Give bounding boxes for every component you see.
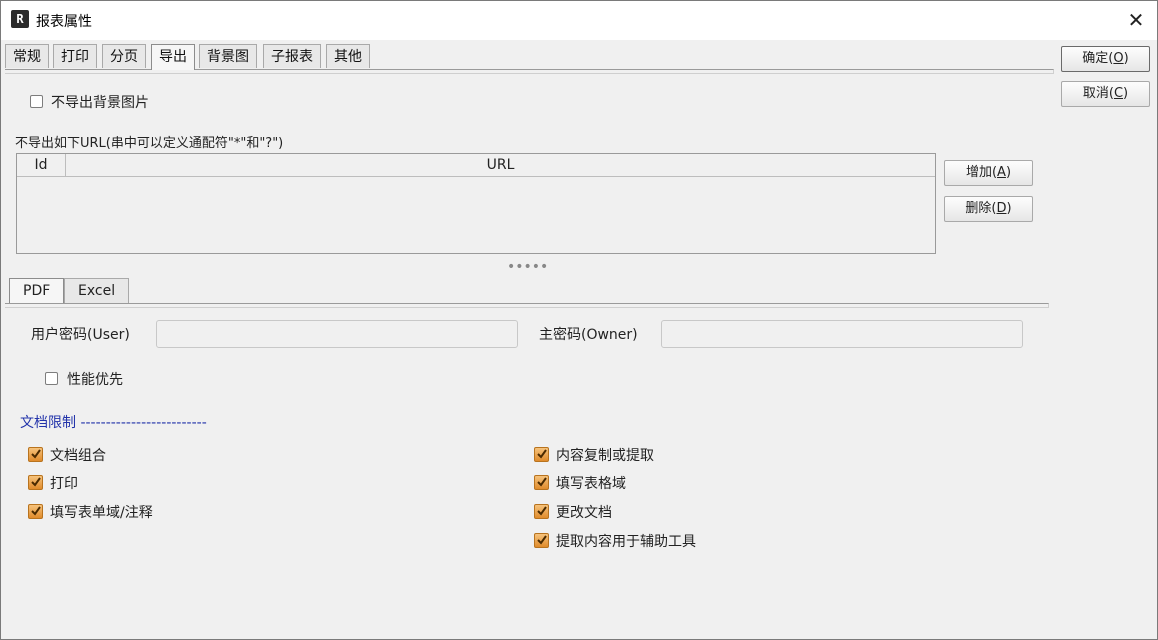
restriction-label: 填写表单域/注释 bbox=[50, 505, 153, 521]
check-icon bbox=[537, 477, 547, 487]
restriction-checkbox[interactable] bbox=[28, 475, 43, 490]
tab-pdf[interactable]: PDF bbox=[9, 278, 65, 303]
close-icon[interactable]: ✕ bbox=[1122, 6, 1150, 34]
check-icon bbox=[537, 535, 547, 545]
check-icon bbox=[31, 506, 41, 516]
no-background-label: 不导出背景图片 bbox=[51, 95, 149, 111]
splitter-handle[interactable]: ••••• bbox=[507, 259, 548, 275]
check-icon bbox=[31, 449, 41, 459]
restriction-label: 更改文档 bbox=[556, 505, 612, 521]
restriction-checkbox[interactable] bbox=[28, 504, 43, 519]
url-exclusion-label: 不导出如下URL(串中可以定义通配符"*"和"?") bbox=[15, 136, 284, 151]
user-password-label: 用户密码(User) bbox=[31, 327, 130, 343]
title-bar bbox=[0, 0, 1158, 40]
tab-general[interactable]: 常规 bbox=[5, 44, 49, 68]
performance-first-checkbox[interactable] bbox=[45, 372, 58, 385]
delete-url-button[interactable]: 删除(D) bbox=[944, 196, 1033, 222]
restriction-checkbox[interactable] bbox=[534, 475, 549, 490]
check-icon bbox=[537, 449, 547, 459]
tab-paging[interactable]: 分页 bbox=[102, 44, 146, 68]
check-icon bbox=[31, 477, 41, 487]
column-header-url[interactable]: URL bbox=[66, 154, 935, 177]
restriction-label: 内容复制或提取 bbox=[556, 448, 654, 464]
restriction-label: 打印 bbox=[50, 476, 78, 492]
add-url-button[interactable]: 增加(A) bbox=[944, 160, 1033, 186]
ok-button[interactable]: 确定(O) bbox=[1061, 46, 1150, 72]
tab-print[interactable]: 打印 bbox=[53, 44, 97, 68]
restriction-label: 提取内容用于辅助工具 bbox=[556, 534, 696, 550]
tab-excel[interactable]: Excel bbox=[64, 278, 130, 303]
restriction-checkbox[interactable] bbox=[534, 533, 549, 548]
owner-password-label: 主密码(Owner) bbox=[539, 327, 638, 343]
restriction-checkbox[interactable] bbox=[534, 504, 549, 519]
cancel-button[interactable]: 取消(C) bbox=[1061, 81, 1150, 107]
report-icon: R bbox=[11, 10, 29, 28]
restriction-label: 填写表格域 bbox=[556, 476, 626, 492]
no-background-checkbox[interactable] bbox=[30, 95, 43, 108]
tab-subreport[interactable]: 子报表 bbox=[263, 44, 321, 68]
tab-export[interactable]: 导出 bbox=[151, 44, 195, 70]
owner-password-field[interactable] bbox=[661, 320, 1023, 348]
check-icon bbox=[537, 506, 547, 516]
restriction-checkbox[interactable] bbox=[28, 447, 43, 462]
column-header-id[interactable]: Id bbox=[17, 154, 66, 177]
tab-background[interactable]: 背景图 bbox=[199, 44, 257, 68]
subtab-divider bbox=[5, 303, 1049, 308]
window-title: 报表属性 bbox=[36, 14, 92, 30]
restrictions-section-title: 文档限制 ------------------------- bbox=[20, 415, 207, 431]
user-password-field[interactable] bbox=[156, 320, 518, 348]
performance-first-label: 性能优先 bbox=[67, 372, 123, 388]
restriction-label: 文档组合 bbox=[50, 448, 106, 464]
tab-other[interactable]: 其他 bbox=[326, 44, 370, 68]
restriction-checkbox[interactable] bbox=[534, 447, 549, 462]
